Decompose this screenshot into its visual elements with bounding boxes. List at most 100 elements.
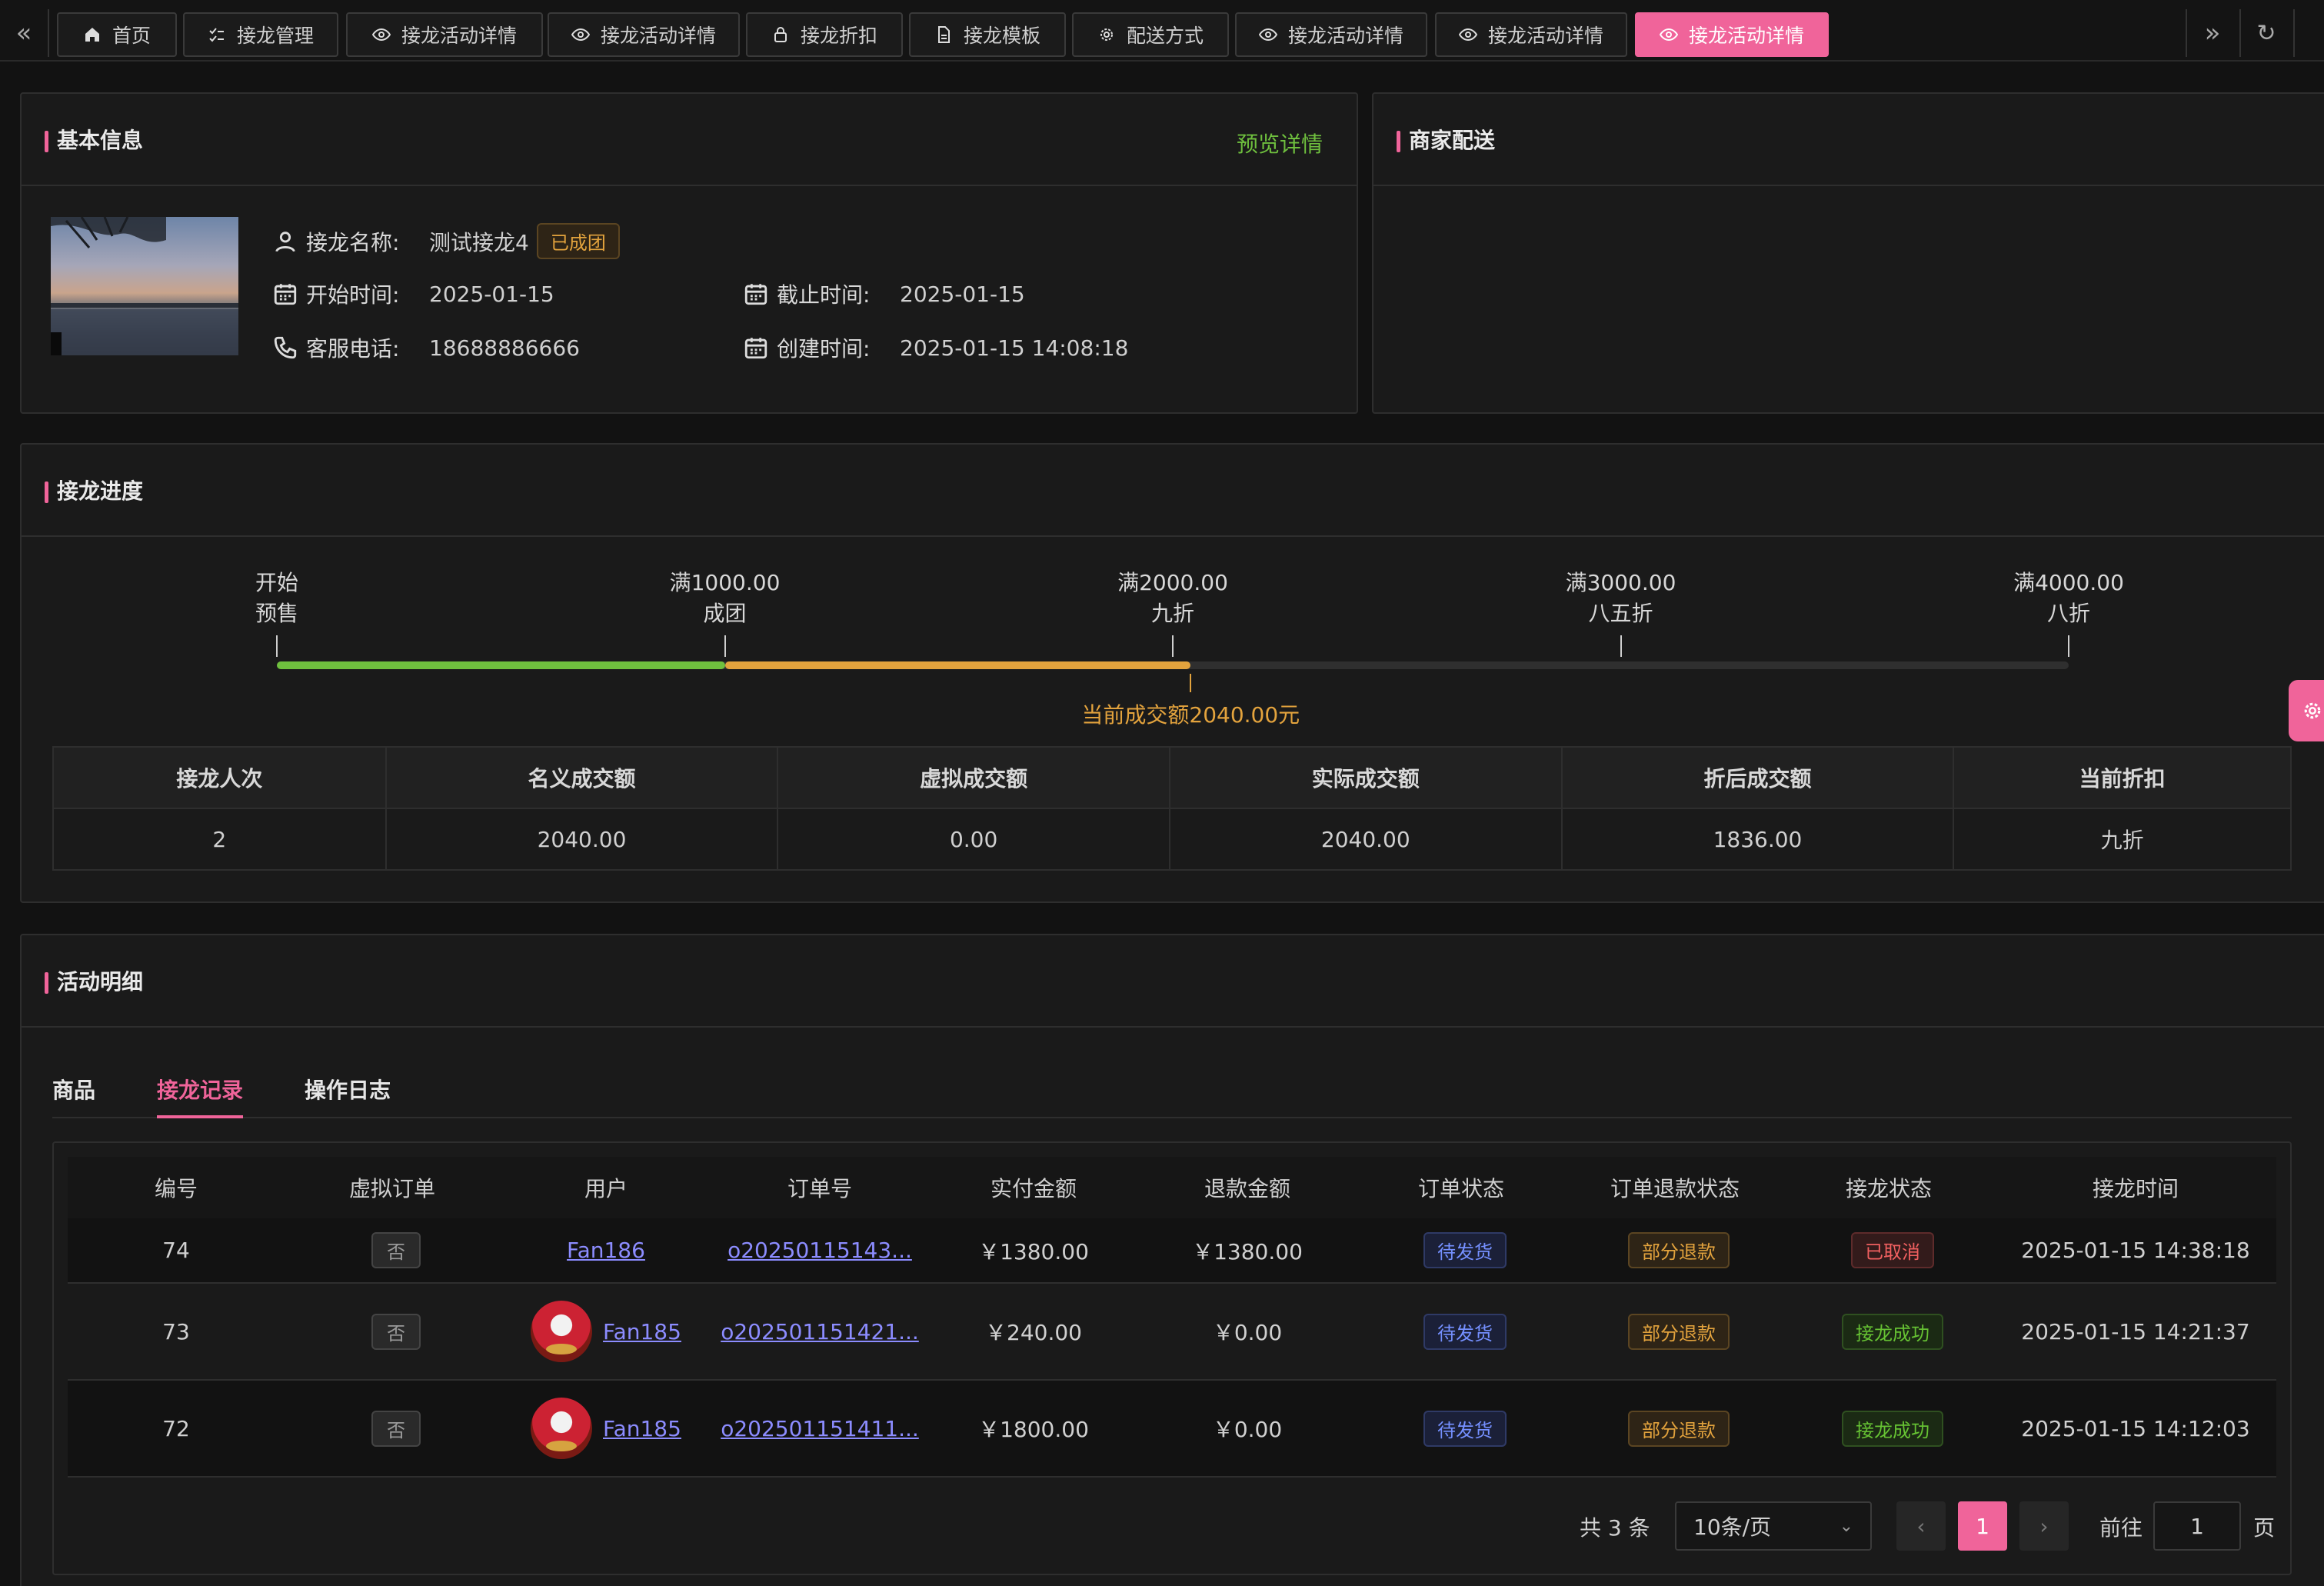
tab-activity-detail-4[interactable]: 接龙活动详情: [1435, 12, 1627, 57]
milestone-reward: 八折: [2046, 601, 2090, 626]
card-title: 基本信息: [45, 128, 143, 154]
scroll-right-icon[interactable]: »: [2189, 9, 2236, 57]
milestone-threshold: 开始: [255, 570, 298, 595]
dragon-status-badge: 接龙成功: [1842, 1410, 1943, 1447]
tab-label: 接龙活动详情: [600, 25, 716, 47]
records-table: 编号 虚拟订单 用户 订单号 实付金额 退款金额 订单状态 订单退款状态 接龙状…: [68, 1157, 2276, 1478]
tab-dragon-manage[interactable]: 接龙管理: [183, 12, 338, 57]
prev-page-button[interactable]: ‹: [1896, 1501, 1946, 1551]
summary-value: 0.00: [777, 808, 1170, 871]
goto-page-input[interactable]: 1: [2153, 1501, 2241, 1551]
document-icon: [937, 26, 950, 43]
card-title: 商家配送: [1397, 128, 1495, 154]
eye-icon: [571, 28, 590, 42]
user-cell: Fan185: [500, 1380, 712, 1478]
user-link[interactable]: Fan186: [567, 1238, 645, 1263]
user-link[interactable]: Fan185: [603, 1319, 681, 1344]
refund-status-badge: 部分退款: [1628, 1313, 1730, 1350]
tab-label: 接龙折扣: [800, 25, 877, 47]
active-tab-indicator: [157, 1115, 243, 1118]
tab-operation-log[interactable]: 操作日志: [305, 1074, 391, 1105]
eye-icon: [371, 28, 391, 42]
record-time: 2025-01-15 14:38:18: [1995, 1218, 2276, 1284]
order-status-cell: 待发货: [1355, 1283, 1567, 1381]
progress-segment-presale: [277, 661, 725, 669]
summary-value: 2040.00: [1168, 808, 1563, 871]
order-status-badge: 待发货: [1423, 1313, 1507, 1350]
order-link[interactable]: o202501151421...: [721, 1319, 919, 1344]
milestone-threshold: 满4000.00: [2013, 570, 2124, 595]
name-value: 测试接龙4: [429, 229, 529, 255]
milestone-threshold: 满1000.00: [669, 570, 781, 595]
card-header: 接龙进度: [22, 445, 2324, 537]
calendar-icon: [744, 338, 767, 359]
page-number-button[interactable]: 1: [1958, 1501, 2007, 1551]
record-id: 73: [68, 1283, 285, 1381]
tab-label: 首页: [112, 25, 151, 47]
tab-records[interactable]: 接龙记录: [157, 1074, 243, 1105]
end-label: 截止时间:: [777, 282, 871, 308]
dragon-status-cell: 接龙成功: [1783, 1380, 1995, 1478]
refund-status-badge: 部分退款: [1628, 1232, 1730, 1268]
milestone-reward: 预售: [255, 601, 298, 626]
tab-delivery[interactable]: 配送方式: [1072, 12, 1229, 57]
milestone-reward: 八五折: [1588, 601, 1653, 626]
avatar[interactable]: [531, 1398, 593, 1459]
virtual-cell: 否: [285, 1218, 500, 1284]
paid-amount: ￥1380.00: [927, 1218, 1140, 1284]
eye-icon: [1258, 28, 1277, 42]
summary-value: 2040.00: [385, 808, 779, 871]
milestone-label: 满4000.00 八折: [1969, 568, 2169, 629]
calendar-icon: [274, 284, 297, 305]
refund-amount: ￥0.00: [1140, 1380, 1355, 1478]
eye-icon: [1659, 28, 1678, 42]
created-value: 2025-01-15 14:08:18: [900, 335, 1129, 361]
card-header: 活动明细: [22, 935, 2324, 1028]
tab-home[interactable]: 首页: [57, 12, 177, 57]
tab-activity-detail-active[interactable]: 接龙活动详情: [1635, 12, 1829, 57]
tab-label: 接龙活动详情: [401, 25, 517, 47]
tab-discount[interactable]: 接龙折扣: [746, 12, 903, 57]
milestone-tick: [276, 635, 278, 657]
tab-activity-detail-1[interactable]: 接龙活动详情: [346, 12, 543, 57]
summary-header-row: 接龙人次 名义成交额 虚拟成交额 实际成交额 折后成交额 当前折扣: [52, 746, 2292, 809]
card-header: 基本信息: [22, 94, 1357, 186]
dragon-status-badge: 接龙成功: [1842, 1313, 1943, 1350]
refresh-icon[interactable]: ↻: [2242, 9, 2290, 57]
refund-amount: ￥0.00: [1140, 1283, 1355, 1381]
chevron-down-icon: ⌄: [1839, 1516, 1853, 1536]
summary-header: 实际成交额: [1168, 746, 1563, 809]
start-value: 2025-01-15: [429, 281, 554, 307]
column-header: 接龙状态: [1783, 1157, 1995, 1218]
tab-template[interactable]: 接龙模板: [909, 12, 1066, 57]
goto-label: 前往: [2099, 1515, 2143, 1541]
preview-detail-link[interactable]: 预览详情: [1237, 128, 1323, 158]
avatar[interactable]: [531, 1301, 593, 1362]
virtual-tag: 否: [371, 1313, 421, 1350]
summary-value: 九折: [1953, 808, 2292, 871]
column-header: 编号: [68, 1157, 285, 1218]
page-size-select[interactable]: 10条/页 ⌄: [1675, 1501, 1872, 1551]
tab-label: 接龙活动详情: [1287, 25, 1403, 47]
order-status-badge: 待发货: [1423, 1410, 1507, 1447]
order-link[interactable]: o202501151411...: [721, 1416, 919, 1441]
tab-divider: [52, 1117, 2292, 1118]
settings-float-button[interactable]: [2289, 680, 2324, 741]
scroll-left-icon[interactable]: «: [0, 9, 48, 57]
user-icon: [275, 231, 295, 252]
phone-row: 客服电话: 18688886666: [272, 332, 580, 363]
order-link[interactable]: o20250115143...: [727, 1238, 912, 1263]
tab-activity-detail-2[interactable]: 接龙活动详情: [548, 12, 740, 57]
summary-header: 接龙人次: [52, 746, 387, 809]
next-page-button[interactable]: ›: [2019, 1501, 2069, 1551]
order-cell: o202501151421...: [712, 1283, 927, 1381]
tab-products[interactable]: 商品: [52, 1074, 95, 1105]
phone-icon: [274, 336, 297, 359]
paid-amount: ￥1800.00: [927, 1380, 1140, 1478]
divider: [2293, 9, 2295, 57]
user-link[interactable]: Fan185: [603, 1416, 681, 1441]
start-label: 开始时间:: [306, 282, 400, 308]
end-time-row: 截止时间: 2025-01-15: [743, 278, 1025, 309]
tab-activity-detail-3[interactable]: 接龙活动详情: [1235, 12, 1427, 57]
virtual-tag: 否: [371, 1410, 421, 1447]
